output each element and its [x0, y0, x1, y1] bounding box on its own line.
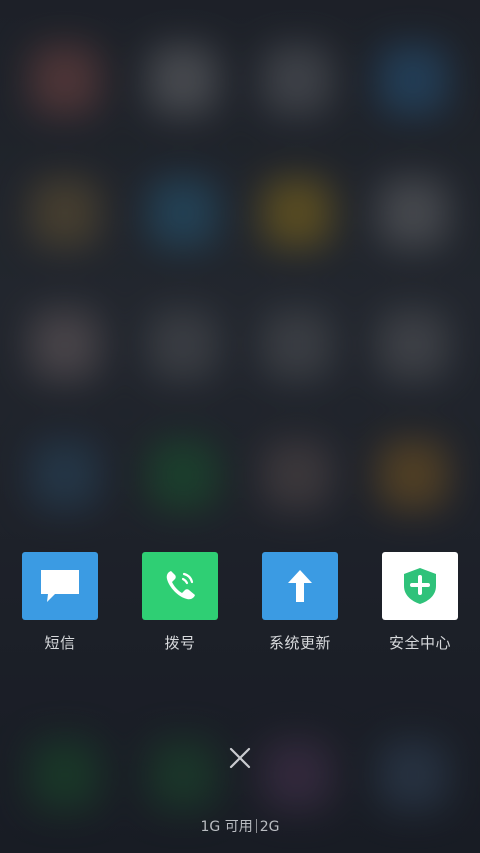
- recents-screen: 短信 拨号 系统更新 安全中心 1G 可用 2G: [0, 0, 480, 853]
- app-label: 安全中心: [388, 634, 451, 652]
- recent-apps-row: 短信 拨号 系统更新 安全中心: [0, 552, 480, 662]
- close-icon: [229, 747, 251, 769]
- memory-total: 2G: [259, 819, 280, 835]
- phone-icon: [142, 552, 218, 620]
- recent-app-dialer[interactable]: 拨号: [130, 552, 230, 662]
- message-icon: [22, 552, 98, 620]
- shield-plus-icon: [382, 552, 458, 620]
- recent-app-messages[interactable]: 短信: [10, 552, 110, 662]
- recent-app-system-update[interactable]: 系统更新: [250, 552, 350, 662]
- dim-overlay: [0, 0, 480, 853]
- recent-app-security-center[interactable]: 安全中心: [370, 552, 470, 662]
- arrow-up-icon: [262, 552, 338, 620]
- clear-all-button[interactable]: [226, 744, 254, 772]
- app-label: 系统更新: [268, 634, 331, 652]
- memory-available: 1G 可用: [200, 819, 253, 835]
- app-label: 拨号: [164, 634, 196, 652]
- memory-status: 1G 可用 2G: [0, 816, 480, 836]
- app-label: 短信: [44, 634, 76, 652]
- memory-divider: [255, 819, 257, 833]
